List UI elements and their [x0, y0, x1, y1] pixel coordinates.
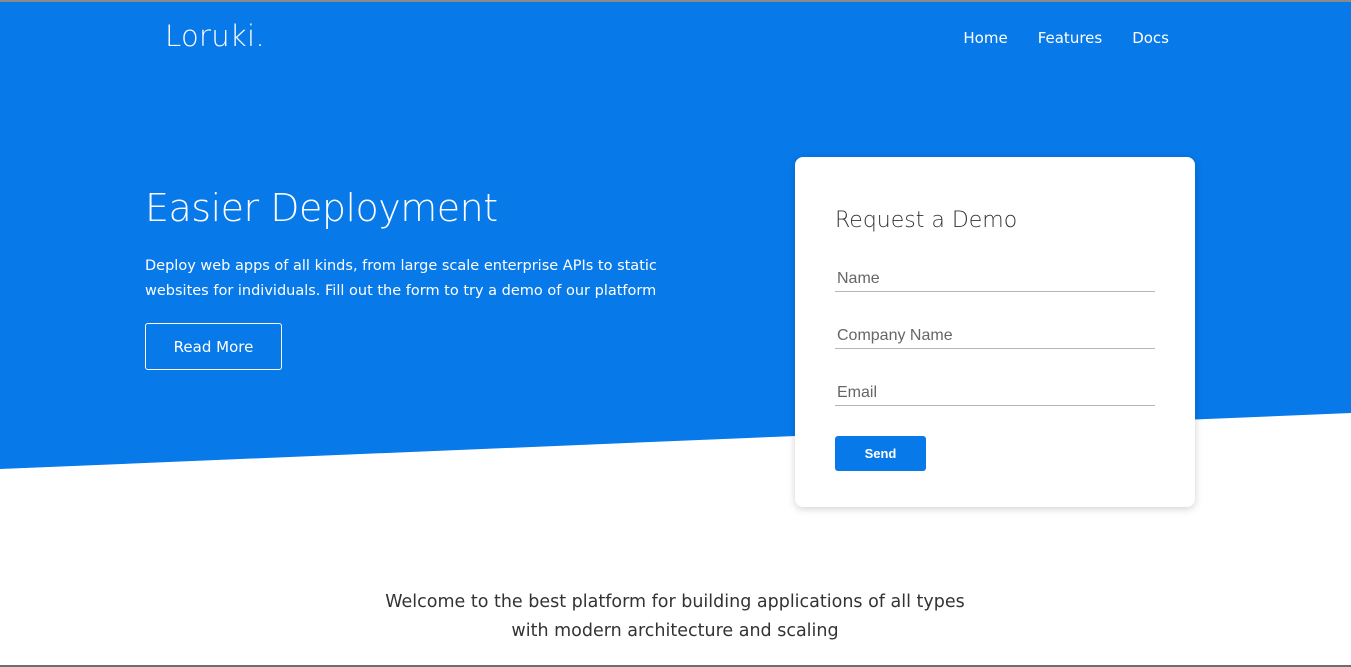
nav-link-home[interactable]: Home	[963, 29, 1007, 47]
main-nav: Home Features Docs	[963, 29, 1169, 47]
company-name-field[interactable]	[835, 323, 1155, 349]
email-field[interactable]	[835, 380, 1155, 406]
request-demo-card: Request a Demo Send	[795, 157, 1195, 507]
logo[interactable]: Loruki.	[165, 19, 265, 53]
welcome-text: Welcome to the best platform for buildin…	[385, 592, 965, 641]
hero-title: Easier Deployment	[145, 186, 498, 230]
read-more-button[interactable]: Read More	[145, 323, 282, 370]
top-border	[0, 0, 1351, 2]
nav-link-docs[interactable]: Docs	[1132, 29, 1169, 47]
request-demo-title: Request a Demo	[835, 208, 1018, 233]
hero-description: Deploy web apps of all kinds, from large…	[145, 258, 657, 299]
nav-link-features[interactable]: Features	[1038, 29, 1103, 47]
name-field[interactable]	[835, 266, 1155, 292]
send-button[interactable]: Send	[835, 436, 926, 471]
landing-page: Loruki. Home Features Docs Easier Deploy…	[0, 0, 1351, 667]
